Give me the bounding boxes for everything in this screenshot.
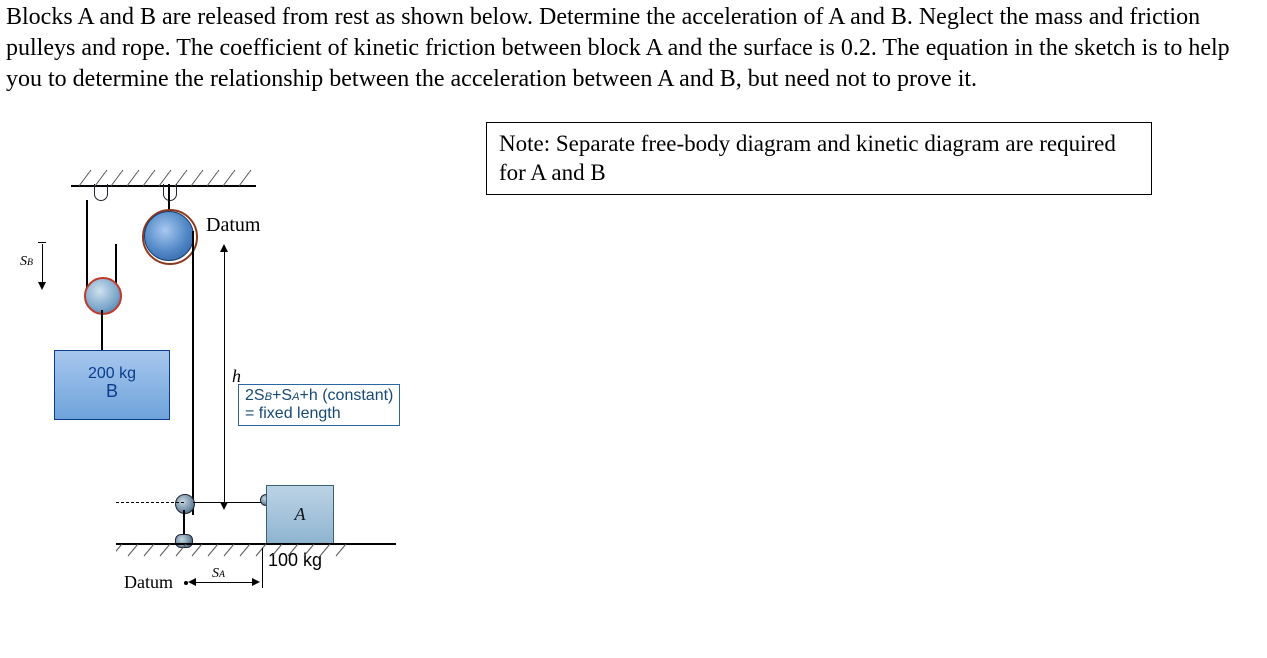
content-row: 200 kg B A 100 kg (6, 112, 1261, 612)
sa-line (192, 582, 254, 583)
eq-2sb: 2S (245, 387, 265, 404)
figure: 200 kg B A 100 kg (16, 122, 456, 612)
sa-label: SA (212, 566, 225, 582)
datum-bottom-label: Datum (124, 572, 173, 593)
constraint-equation-box: 2SB+SA+h (constant) = fixed length (238, 384, 400, 426)
arrow-down-sb-icon (38, 282, 46, 290)
arrow-up-icon (220, 244, 228, 252)
block-a-name: A (295, 504, 306, 524)
floor-icon (116, 542, 396, 566)
block-b: 200 kg B (54, 350, 170, 420)
block-b-mass: 200 kg (55, 365, 169, 383)
sb-line (42, 244, 43, 284)
rope-to-b (101, 310, 103, 350)
block-b-name: B (55, 382, 169, 402)
h-line (224, 250, 225, 506)
ceiling-hook-right-icon (163, 184, 177, 201)
pulley-top-icon (144, 211, 194, 261)
rope-horizontal-dashed (116, 502, 184, 503)
block-a: A (266, 485, 334, 545)
note-box: Note: Separate free-body diagram and kin… (486, 122, 1152, 196)
pulley-mid-icon (84, 277, 122, 315)
ceiling-hook-left-icon (94, 184, 108, 201)
eq-line2: = fixed length (245, 405, 341, 422)
arrow-down-h-icon (220, 502, 228, 510)
pulley-bottom-icon (175, 494, 195, 514)
sa-tick-r (262, 548, 263, 588)
pulley-support-line (168, 184, 170, 212)
rope-horizontal-solid (193, 502, 267, 504)
datum-top-label: Datum (206, 214, 260, 237)
rope-left-1 (86, 200, 88, 292)
sb-label: SB (20, 254, 33, 270)
arrow-right-sa-icon (252, 578, 260, 586)
arrow-left-sa-icon (188, 578, 196, 586)
problem-statement: Blocks A and B are released from rest as… (6, 2, 1261, 96)
sb-tick (38, 242, 46, 243)
rope-right-main (192, 231, 194, 515)
